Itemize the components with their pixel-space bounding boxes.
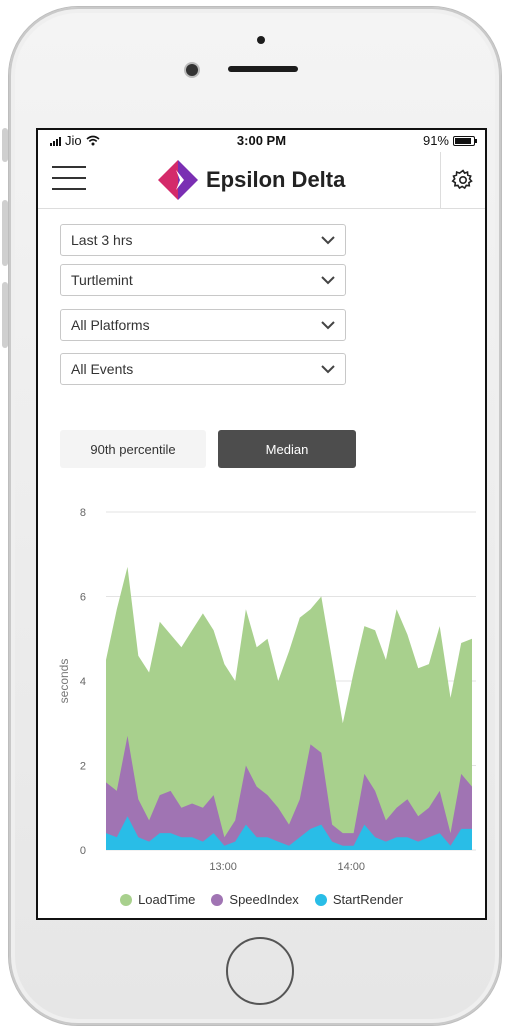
y-axis-label: seconds bbox=[57, 659, 71, 704]
menu-icon[interactable] bbox=[52, 166, 86, 192]
screen: Jio 3:00 PM 91% Epsilon Delta Last 3 hrs… bbox=[36, 128, 487, 920]
time-range-value: Last 3 hrs bbox=[71, 232, 133, 248]
volume-up-button bbox=[2, 200, 8, 266]
x-tick-label: 13:00 bbox=[209, 861, 237, 873]
app-header: Epsilon Delta bbox=[38, 152, 485, 209]
chevron-down-icon bbox=[321, 320, 335, 329]
proximity-sensor bbox=[257, 36, 265, 44]
chevron-down-icon bbox=[321, 235, 335, 244]
chevron-down-icon bbox=[321, 275, 335, 284]
event-select[interactable]: All Events bbox=[60, 353, 346, 385]
legend-swatch bbox=[120, 893, 133, 906]
platform-select[interactable]: All Platforms bbox=[60, 309, 346, 341]
y-tick-label: 6 bbox=[80, 592, 86, 604]
chevron-down-icon bbox=[321, 364, 335, 373]
legend-swatch bbox=[211, 893, 224, 906]
status-time: 3:00 PM bbox=[236, 133, 287, 148]
status-bar: Jio 3:00 PM 91% bbox=[38, 130, 485, 152]
home-button[interactable] bbox=[226, 937, 294, 1005]
app-title: Epsilon Delta bbox=[206, 167, 346, 192]
volume-down-button bbox=[2, 282, 8, 348]
performance-chart: 0 2 4 6 8 seconds 13:00 14:00 bbox=[57, 507, 476, 873]
x-tick-label: 14:00 bbox=[337, 861, 365, 873]
project-select[interactable]: Turtlemint bbox=[60, 264, 346, 296]
platform-value: All Platforms bbox=[71, 317, 150, 333]
chart-legend: LoadTime SpeedIndex StartRender bbox=[38, 892, 485, 907]
y-tick-label: 8 bbox=[80, 507, 86, 519]
time-range-select[interactable]: Last 3 hrs bbox=[60, 224, 346, 256]
median-button[interactable]: Median bbox=[218, 430, 356, 468]
legend-label: StartRender bbox=[332, 892, 403, 907]
y-tick-label: 0 bbox=[80, 845, 86, 857]
legend-label: SpeedIndex bbox=[229, 892, 299, 907]
y-tick-label: 2 bbox=[80, 761, 86, 773]
app-logo: Epsilon Delta bbox=[158, 160, 345, 200]
logo-icon bbox=[158, 160, 198, 200]
event-value: All Events bbox=[71, 361, 134, 377]
legend-item[interactable]: LoadTime bbox=[120, 892, 195, 907]
front-camera bbox=[186, 64, 198, 76]
mute-switch bbox=[2, 128, 8, 162]
battery-icon bbox=[453, 135, 477, 146]
status-right: 91% bbox=[422, 133, 477, 148]
percentile-90-button[interactable]: 90th percentile bbox=[60, 430, 206, 468]
settings-gear-icon[interactable] bbox=[440, 152, 485, 208]
legend-item[interactable]: SpeedIndex bbox=[211, 892, 299, 907]
project-value: Turtlemint bbox=[71, 272, 133, 288]
earpiece-speaker bbox=[228, 66, 298, 72]
legend-swatch bbox=[314, 893, 327, 906]
legend-item[interactable]: StartRender bbox=[314, 892, 403, 907]
battery-percent: 91% bbox=[422, 133, 449, 148]
y-tick-label: 4 bbox=[80, 676, 86, 688]
legend-label: LoadTime bbox=[138, 892, 196, 907]
